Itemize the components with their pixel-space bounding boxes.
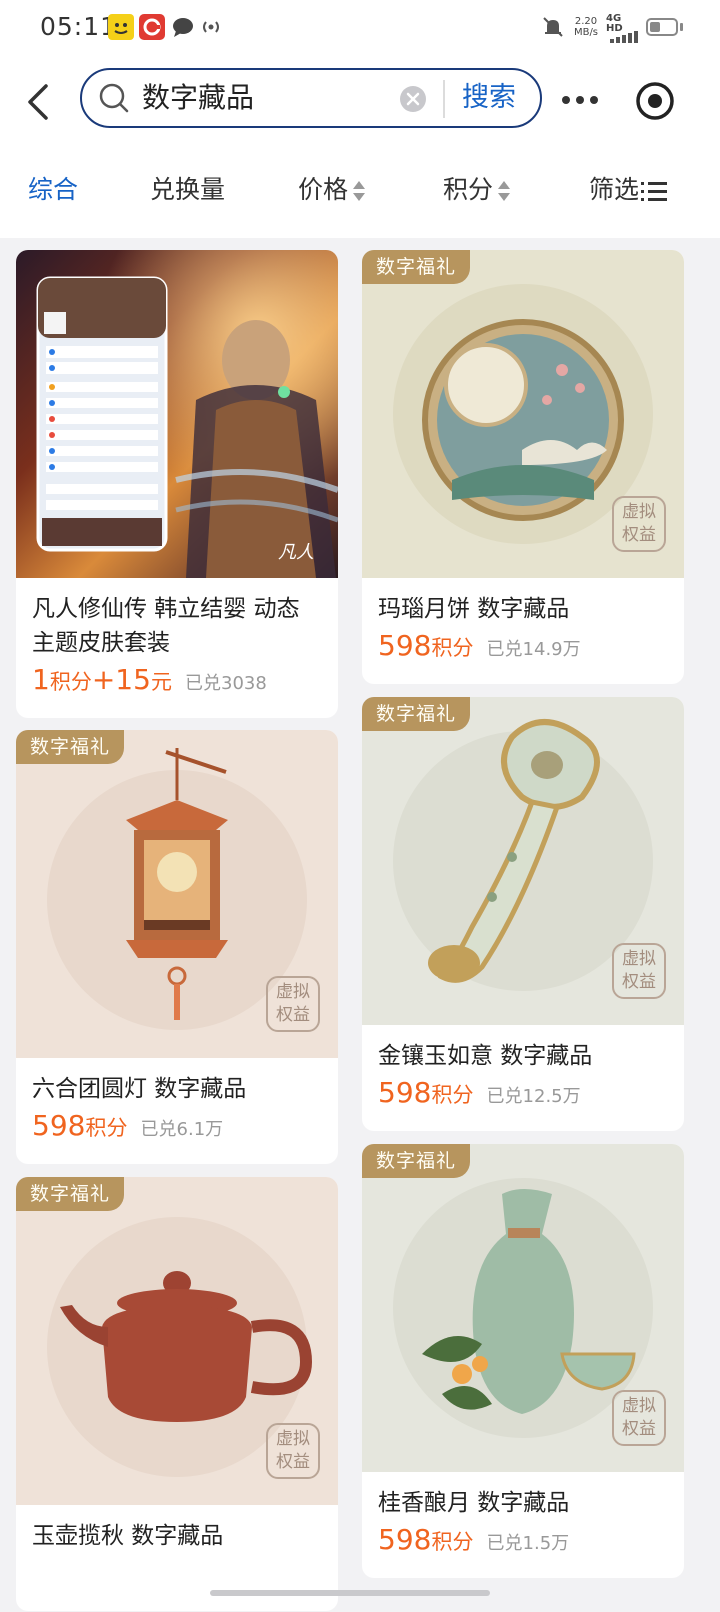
message-icon (170, 14, 196, 40)
battery-nub (680, 23, 683, 31)
more-icon (562, 96, 598, 104)
search-input[interactable]: 数字藏品 (142, 78, 254, 118)
price-points-unit: 积分 (431, 1083, 474, 1107)
product-title: 六合团圆灯 数字藏品 (32, 1076, 247, 1102)
product-price: 598积分 (378, 629, 473, 662)
price-row: 598积分 已兑12.5万 (362, 1073, 684, 1115)
tab-label: 价格 (298, 175, 349, 204)
tab-comprehensive[interactable]: 综合 (28, 170, 78, 210)
product-price: 598积分 (378, 1523, 473, 1556)
brand-logo: 凡人 (278, 542, 314, 563)
price-points-unit: 积分 (85, 1116, 128, 1140)
tab-filter[interactable]: 筛选 (589, 170, 668, 210)
promo-badge: 数字福礼 (16, 730, 125, 764)
promo-badge: 数字福礼 (362, 250, 471, 284)
price-points-value: 1 (32, 663, 50, 696)
product-image: 数字福礼 虚拟权益 (362, 1144, 684, 1472)
sold-count: 已兑14.9万 (486, 639, 581, 660)
virtual-rights-badge: 虚拟权益 (612, 496, 666, 552)
tab-label: 筛选 (589, 175, 640, 204)
product-title: 桂香酿月 数字藏品 (378, 1490, 570, 1516)
product-card[interactable]: 凡人 凡人修仙传 韩立结婴 动态主题皮肤套装 1积分+15元 已兑3038 (16, 250, 338, 718)
sold-count: 已兑12.5万 (486, 1086, 581, 1107)
app-notification-icon-2 (139, 14, 165, 40)
price-row: 598积分 已兑1.5万 (362, 1520, 684, 1562)
virtual-rights-badge: 虚拟权益 (612, 1390, 666, 1446)
virtual-rights-badge: 虚拟权益 (612, 943, 666, 999)
search-icon (99, 83, 129, 113)
price-points-unit: 积分 (431, 1530, 474, 1554)
price-plus: + (91, 663, 116, 696)
sort-arrows-icon (353, 181, 366, 201)
clear-button[interactable] (400, 86, 426, 112)
price-points-value: 598 (378, 1076, 432, 1109)
sort-arrows-icon (498, 181, 511, 201)
product-title: 金镶玉如意 数字藏品 (378, 1043, 593, 1069)
product-card[interactable]: 数字福礼 虚拟权益 金镶玉如意 数字藏品 598积分 已兑12.5万 (362, 697, 684, 1131)
product-image: 数字福礼 虚拟权益 (16, 730, 338, 1058)
clear-icon (406, 92, 420, 106)
price-points-value: 598 (32, 1109, 86, 1142)
tab-label: 兑换量 (150, 175, 226, 204)
hotspot-icon (198, 14, 224, 40)
filter-icon (641, 182, 668, 201)
search-divider (443, 80, 445, 118)
price-points-unit: 积分 (49, 670, 92, 694)
battery-icon (646, 18, 678, 36)
product-card[interactable]: 数字福礼 虚拟权益 玛瑙月饼 数字藏品 598积分 已兑14.9万 (362, 250, 684, 684)
network-speed: 2.20 MB/s (570, 16, 602, 38)
product-title: 玛瑙月饼 数字藏品 (378, 596, 570, 622)
product-image: 凡人 (16, 250, 338, 578)
search-box[interactable]: 数字藏品 搜索 (80, 68, 542, 128)
status-bar: 05:11 2.20 MB/s 4G HD (0, 0, 720, 56)
product-card[interactable]: 数字福礼 虚拟权益 六合团圆灯 数字藏品 598积分 已兑6.1万 (16, 730, 338, 1164)
price-points-value: 598 (378, 1523, 432, 1556)
target-icon (636, 82, 674, 120)
sold-count: 已兑6.1万 (140, 1119, 224, 1140)
price-row: 598积分 已兑14.9万 (362, 626, 684, 668)
home-indicator[interactable] (210, 1590, 490, 1596)
price-cash-unit: 元 (150, 670, 172, 694)
tab-price[interactable]: 价格 (298, 170, 366, 210)
speed-unit: MB/s (573, 27, 599, 38)
more-button[interactable] (558, 84, 602, 116)
mini-program-close-button[interactable] (634, 80, 676, 122)
product-price: 598积分 (378, 1076, 473, 1109)
virtual-rights-badge: 虚拟权益 (266, 1423, 320, 1479)
product-title: 玉壶揽秋 数字藏品 (32, 1523, 224, 1549)
back-arrow-icon (28, 84, 48, 120)
tab-label: 综合 (28, 175, 79, 204)
status-time: 05:11 (40, 12, 118, 41)
speed-value: 2.20 (574, 16, 598, 27)
product-card[interactable]: 数字福礼 虚拟权益 桂香酿月 数字藏品 598积分 已兑1.5万 (362, 1144, 684, 1578)
price-points-unit: 积分 (431, 636, 474, 660)
product-price: 1积分+15元 (32, 663, 172, 696)
back-button[interactable] (18, 80, 62, 124)
promo-badge: 数字福礼 (16, 1177, 125, 1211)
signal-icon (610, 28, 638, 43)
price-points-value: 598 (378, 629, 432, 662)
product-image: 数字福礼 虚拟权益 (362, 697, 684, 1025)
tab-label: 积分 (443, 175, 494, 204)
promo-badge: 数字福礼 (362, 1144, 471, 1178)
sold-count: 已兑3038 (185, 673, 267, 694)
sold-count: 已兑1.5万 (486, 1533, 570, 1554)
promo-badge: 数字福礼 (362, 697, 471, 731)
price-cash-value: 15 (115, 663, 151, 696)
skin-preview-illustration (16, 250, 338, 578)
price-row: 598积分 已兑6.1万 (16, 1106, 338, 1148)
product-image: 数字福礼 虚拟权益 (362, 250, 684, 578)
tab-redemptions[interactable]: 兑换量 (150, 170, 225, 210)
product-price: 598积分 (32, 1109, 127, 1142)
battery-level (650, 22, 660, 32)
mute-bell-icon (540, 14, 566, 40)
product-image: 数字福礼 虚拟权益 (16, 1177, 338, 1505)
product-card[interactable]: 数字福礼 虚拟权益 玉壶揽秋 数字藏品 (16, 1177, 338, 1611)
product-title: 凡人修仙传 韩立结婴 动态主题皮肤套装 (32, 596, 300, 656)
app-notification-icon (108, 14, 134, 40)
search-button[interactable]: 搜索 (462, 78, 516, 118)
tab-points[interactable]: 积分 (443, 170, 511, 210)
price-row: 1积分+15元 已兑3038 (16, 660, 338, 702)
virtual-rights-badge: 虚拟权益 (266, 976, 320, 1032)
